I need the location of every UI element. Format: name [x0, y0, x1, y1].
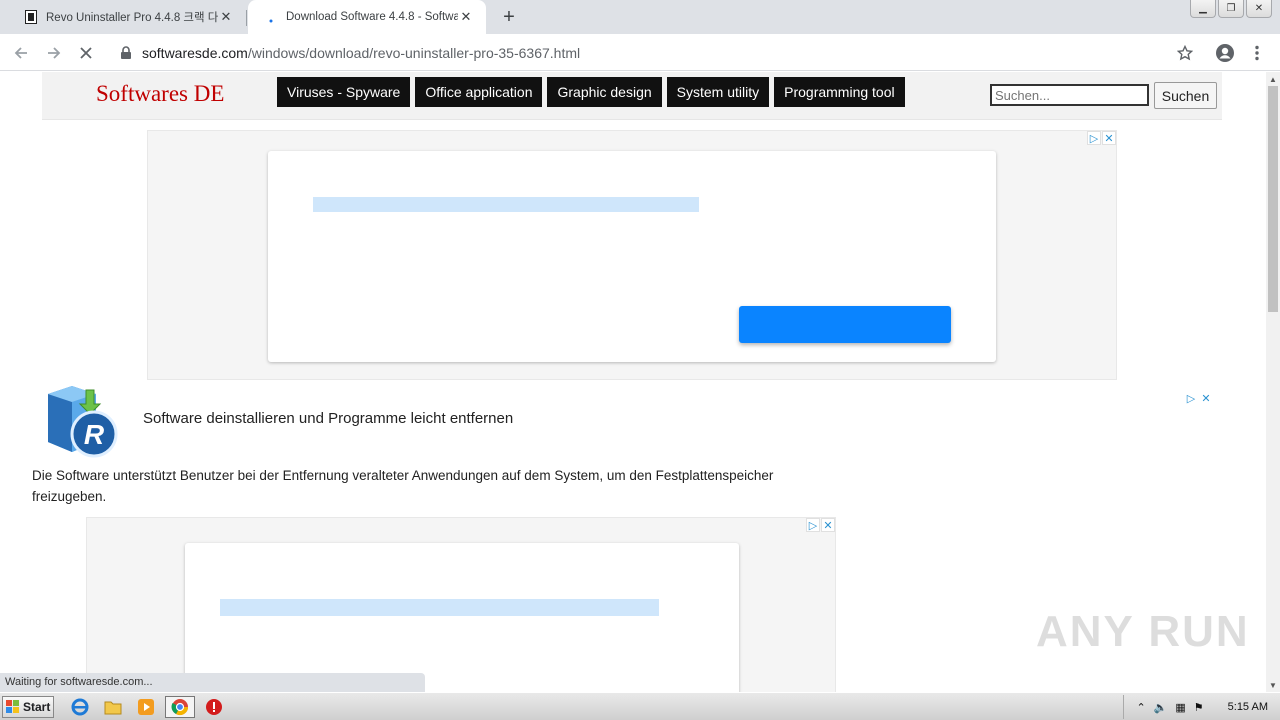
nav-system-utility[interactable]: System utility: [666, 77, 770, 107]
tab-title: Download Software 4.4.8 - Softwares DE: [286, 11, 458, 23]
tray-expand-icon[interactable]: ⌃: [1136, 701, 1145, 714]
ad-info-icon[interactable]: ▷: [1184, 391, 1198, 405]
watermark-text: ANY RUN: [1036, 607, 1250, 656]
lock-icon: [120, 45, 134, 60]
scrollbar-thumb[interactable]: [1268, 86, 1278, 312]
forward-arrow-icon[interactable]: [41, 40, 67, 66]
back-arrow-icon[interactable]: [8, 40, 34, 66]
restore-icon[interactable]: ❐: [1218, 0, 1244, 18]
app-description: Die Software unterstützt Benutzer bei de…: [32, 468, 774, 504]
profile-avatar-icon[interactable]: [1212, 40, 1238, 66]
ad-card[interactable]: [185, 543, 739, 692]
ad-banner-top[interactable]: ▷ ✕: [147, 130, 1117, 380]
window-controls: ▁ ❐ ✕: [1190, 0, 1272, 18]
browser-toolbar: softwaresde.com/windows/download/revo-un…: [0, 34, 1280, 71]
ad-cta-button[interactable]: [739, 306, 951, 343]
anyrun-watermark: ANY RUN: [1036, 607, 1250, 657]
new-tab-icon[interactable]: +: [498, 6, 520, 28]
tab-separator: [246, 10, 247, 26]
svg-text:R: R: [84, 419, 105, 450]
start-label: Start: [23, 700, 51, 714]
nav-graphic-design[interactable]: Graphic design: [547, 77, 662, 107]
ad-placeholder-bar: [220, 599, 659, 616]
internet-explorer-icon[interactable]: [70, 697, 90, 717]
site-header: Softwares DE Viruses - Spyware Office ap…: [42, 72, 1222, 120]
app-heading: Software deinstallieren und Programme le…: [143, 410, 514, 427]
ad-choices-side[interactable]: ▷ ✕: [1184, 391, 1213, 405]
volume-icon[interactable]: 🔈: [1154, 701, 1168, 714]
scroll-down-icon[interactable]: ▼: [1266, 678, 1280, 692]
status-bubble: Waiting for softwaresde.com...: [0, 673, 425, 692]
search-input[interactable]: [990, 84, 1149, 106]
loading-spinner-icon: [264, 10, 278, 24]
address-bar[interactable]: softwaresde.com/windows/download/revo-un…: [108, 38, 1208, 67]
ad-close-icon[interactable]: ✕: [1199, 391, 1213, 405]
tab-title: Revo Uninstaller Pro 4.4.8 크랙 다운로드: [46, 12, 218, 24]
network-icon[interactable]: ▦: [1175, 701, 1185, 714]
taskbar-clock[interactable]: 5:15 AM: [1228, 701, 1268, 713]
chrome-taskbar-icon[interactable]: [165, 696, 195, 718]
ad-close-icon[interactable]: ✕: [1102, 131, 1116, 145]
start-button[interactable]: Start: [2, 696, 54, 718]
minimize-icon[interactable]: ▁: [1190, 0, 1216, 18]
search-button[interactable]: Suchen: [1154, 82, 1217, 109]
close-window-icon[interactable]: ✕: [1246, 0, 1272, 18]
media-player-icon[interactable]: [136, 697, 156, 717]
ad-card[interactable]: [268, 151, 996, 362]
nav-viruses-spyware[interactable]: Viruses - Spyware: [277, 77, 411, 107]
bookmark-star-icon[interactable]: [1172, 40, 1198, 66]
ad-banner-bottom[interactable]: ▷ ✕: [86, 517, 836, 692]
stop-loading-icon[interactable]: [73, 40, 99, 66]
tab-revo-uninstaller[interactable]: Revo Uninstaller Pro 4.4.8 크랙 다운로드 ✕: [8, 0, 246, 34]
security-alert-icon[interactable]: [204, 697, 224, 717]
tab-close-icon[interactable]: ✕: [458, 9, 474, 25]
kebab-menu-icon[interactable]: [1244, 40, 1270, 66]
url-path: /windows/download/revo-uninstaller-pro-3…: [247, 44, 581, 61]
action-center-flag-icon[interactable]: ⚑: [1194, 701, 1204, 714]
nav-programming-tool[interactable]: Programming tool: [774, 77, 905, 107]
ad-placeholder-bar: [313, 197, 699, 212]
site-logo[interactable]: Softwares DE: [96, 81, 224, 107]
file-explorer-icon[interactable]: [103, 697, 123, 717]
windows-logo-icon: [6, 700, 19, 713]
page-viewport: Softwares DE Viruses - Spyware Office ap…: [0, 72, 1266, 692]
revo-uninstaller-logo-icon: R: [42, 380, 122, 460]
tab-download-software[interactable]: Download Software 4.4.8 - Softwares DE ✕: [248, 0, 486, 34]
ad-choices[interactable]: ▷ ✕: [806, 518, 835, 532]
url-host: softwaresde.com: [142, 44, 248, 61]
tab-close-icon[interactable]: ✕: [218, 9, 234, 25]
tab-strip: Revo Uninstaller Pro 4.4.8 크랙 다운로드 ✕ Dow…: [0, 0, 1280, 34]
page-favicon-icon: [24, 10, 38, 24]
ad-info-icon[interactable]: ▷: [1087, 131, 1101, 145]
category-nav: Viruses - Spyware Office application Gra…: [277, 77, 905, 107]
ad-close-icon[interactable]: ✕: [821, 518, 835, 532]
ad-info-icon[interactable]: ▷: [806, 518, 820, 532]
scroll-up-icon[interactable]: ▲: [1266, 72, 1280, 86]
system-tray: ⌃ 🔈 ▦ ⚑ 5:15 AM: [1123, 695, 1280, 719]
ad-choices[interactable]: ▷ ✕: [1087, 131, 1116, 145]
nav-office-application[interactable]: Office application: [415, 77, 543, 107]
vertical-scrollbar[interactable]: ▲ ▼: [1266, 72, 1280, 692]
windows-taskbar: Start ⌃ 🔈 ▦ ⚑ 5:15 AM: [0, 692, 1280, 720]
